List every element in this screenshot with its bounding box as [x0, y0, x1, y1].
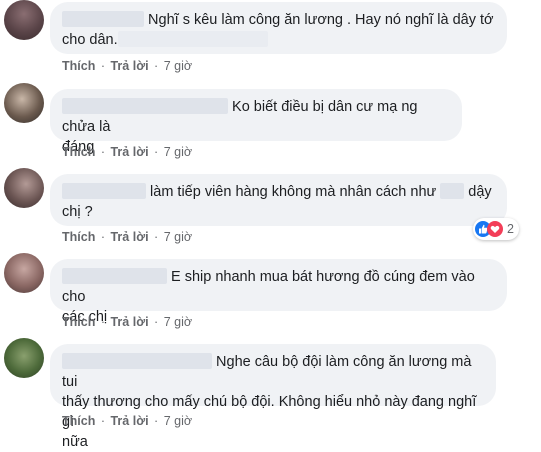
comment-bubble: làm tiếp viên hàng không mà nhân cách nh… — [50, 174, 507, 226]
comment-text-cont: cho dân. — [62, 32, 118, 48]
reply-link[interactable]: Trả lời — [110, 315, 148, 329]
reaction-count: 2 — [507, 222, 514, 236]
comment-actions: Thích · Trả lời · 7 giờ — [62, 59, 193, 73]
redacted-name — [62, 183, 146, 199]
comment-bubble: Nghĩ s kêu làm công ăn lương . Hay nó ng… — [50, 2, 507, 54]
avatar[interactable] — [4, 338, 44, 378]
redacted-text — [440, 183, 465, 199]
comment-text: Nghĩ s kêu làm công ăn lương . Hay nó ng… — [148, 12, 494, 28]
like-link[interactable]: Thích — [62, 145, 95, 159]
avatar[interactable] — [4, 253, 44, 293]
timestamp[interactable]: 7 giờ — [164, 414, 192, 428]
timestamp[interactable]: 7 giờ — [164, 230, 192, 244]
reply-link[interactable]: Trả lời — [110, 59, 148, 73]
redacted-name — [62, 353, 212, 369]
avatar[interactable] — [4, 0, 44, 40]
avatar[interactable] — [4, 83, 44, 123]
comment-bubble: Nghe câu bộ đội làm công ăn lương mà tui… — [50, 344, 496, 450]
redacted-name — [62, 268, 167, 284]
heart-icon — [487, 221, 503, 237]
comment-actions: Thích · Trả lời · 7 giờ — [62, 230, 193, 244]
like-link[interactable]: Thích — [62, 230, 95, 244]
comment-text-2: dậy — [468, 184, 492, 200]
comment-bubble: E ship nhanh mua bát hương đồ cúng đem v… — [50, 259, 507, 325]
like-link[interactable]: Thích — [62, 59, 95, 73]
redacted-text — [117, 31, 268, 47]
like-link[interactable]: Thích — [62, 315, 95, 329]
timestamp[interactable]: 7 giờ — [164, 315, 192, 329]
reply-link[interactable]: Trả lời — [110, 230, 148, 244]
reaction-summary[interactable]: 2 — [473, 218, 519, 240]
comment-text-cont: chị ? — [62, 204, 93, 220]
comment-actions: Thích · Trả lời · 7 giờ — [62, 145, 193, 159]
comment-text: làm tiếp viên hàng không mà nhân cách nh… — [150, 184, 437, 200]
timestamp[interactable]: 7 giờ — [164, 145, 192, 159]
reply-link[interactable]: Trả lời — [110, 414, 148, 428]
like-link[interactable]: Thích — [62, 414, 95, 428]
timestamp[interactable]: 7 giờ — [164, 59, 192, 73]
comment-actions: Thích · Trả lời · 7 giờ — [62, 414, 193, 428]
comment-bubble: Ko biết điều bị dân cư mạ ng chửa là đán… — [50, 89, 462, 155]
comment-text-cont2: nữa — [62, 434, 88, 450]
redacted-name — [62, 11, 144, 27]
redacted-name — [62, 98, 228, 114]
avatar[interactable] — [4, 168, 44, 208]
reply-link[interactable]: Trả lời — [110, 145, 148, 159]
comment-actions: Thích · Trả lời · 7 giờ — [62, 315, 193, 329]
